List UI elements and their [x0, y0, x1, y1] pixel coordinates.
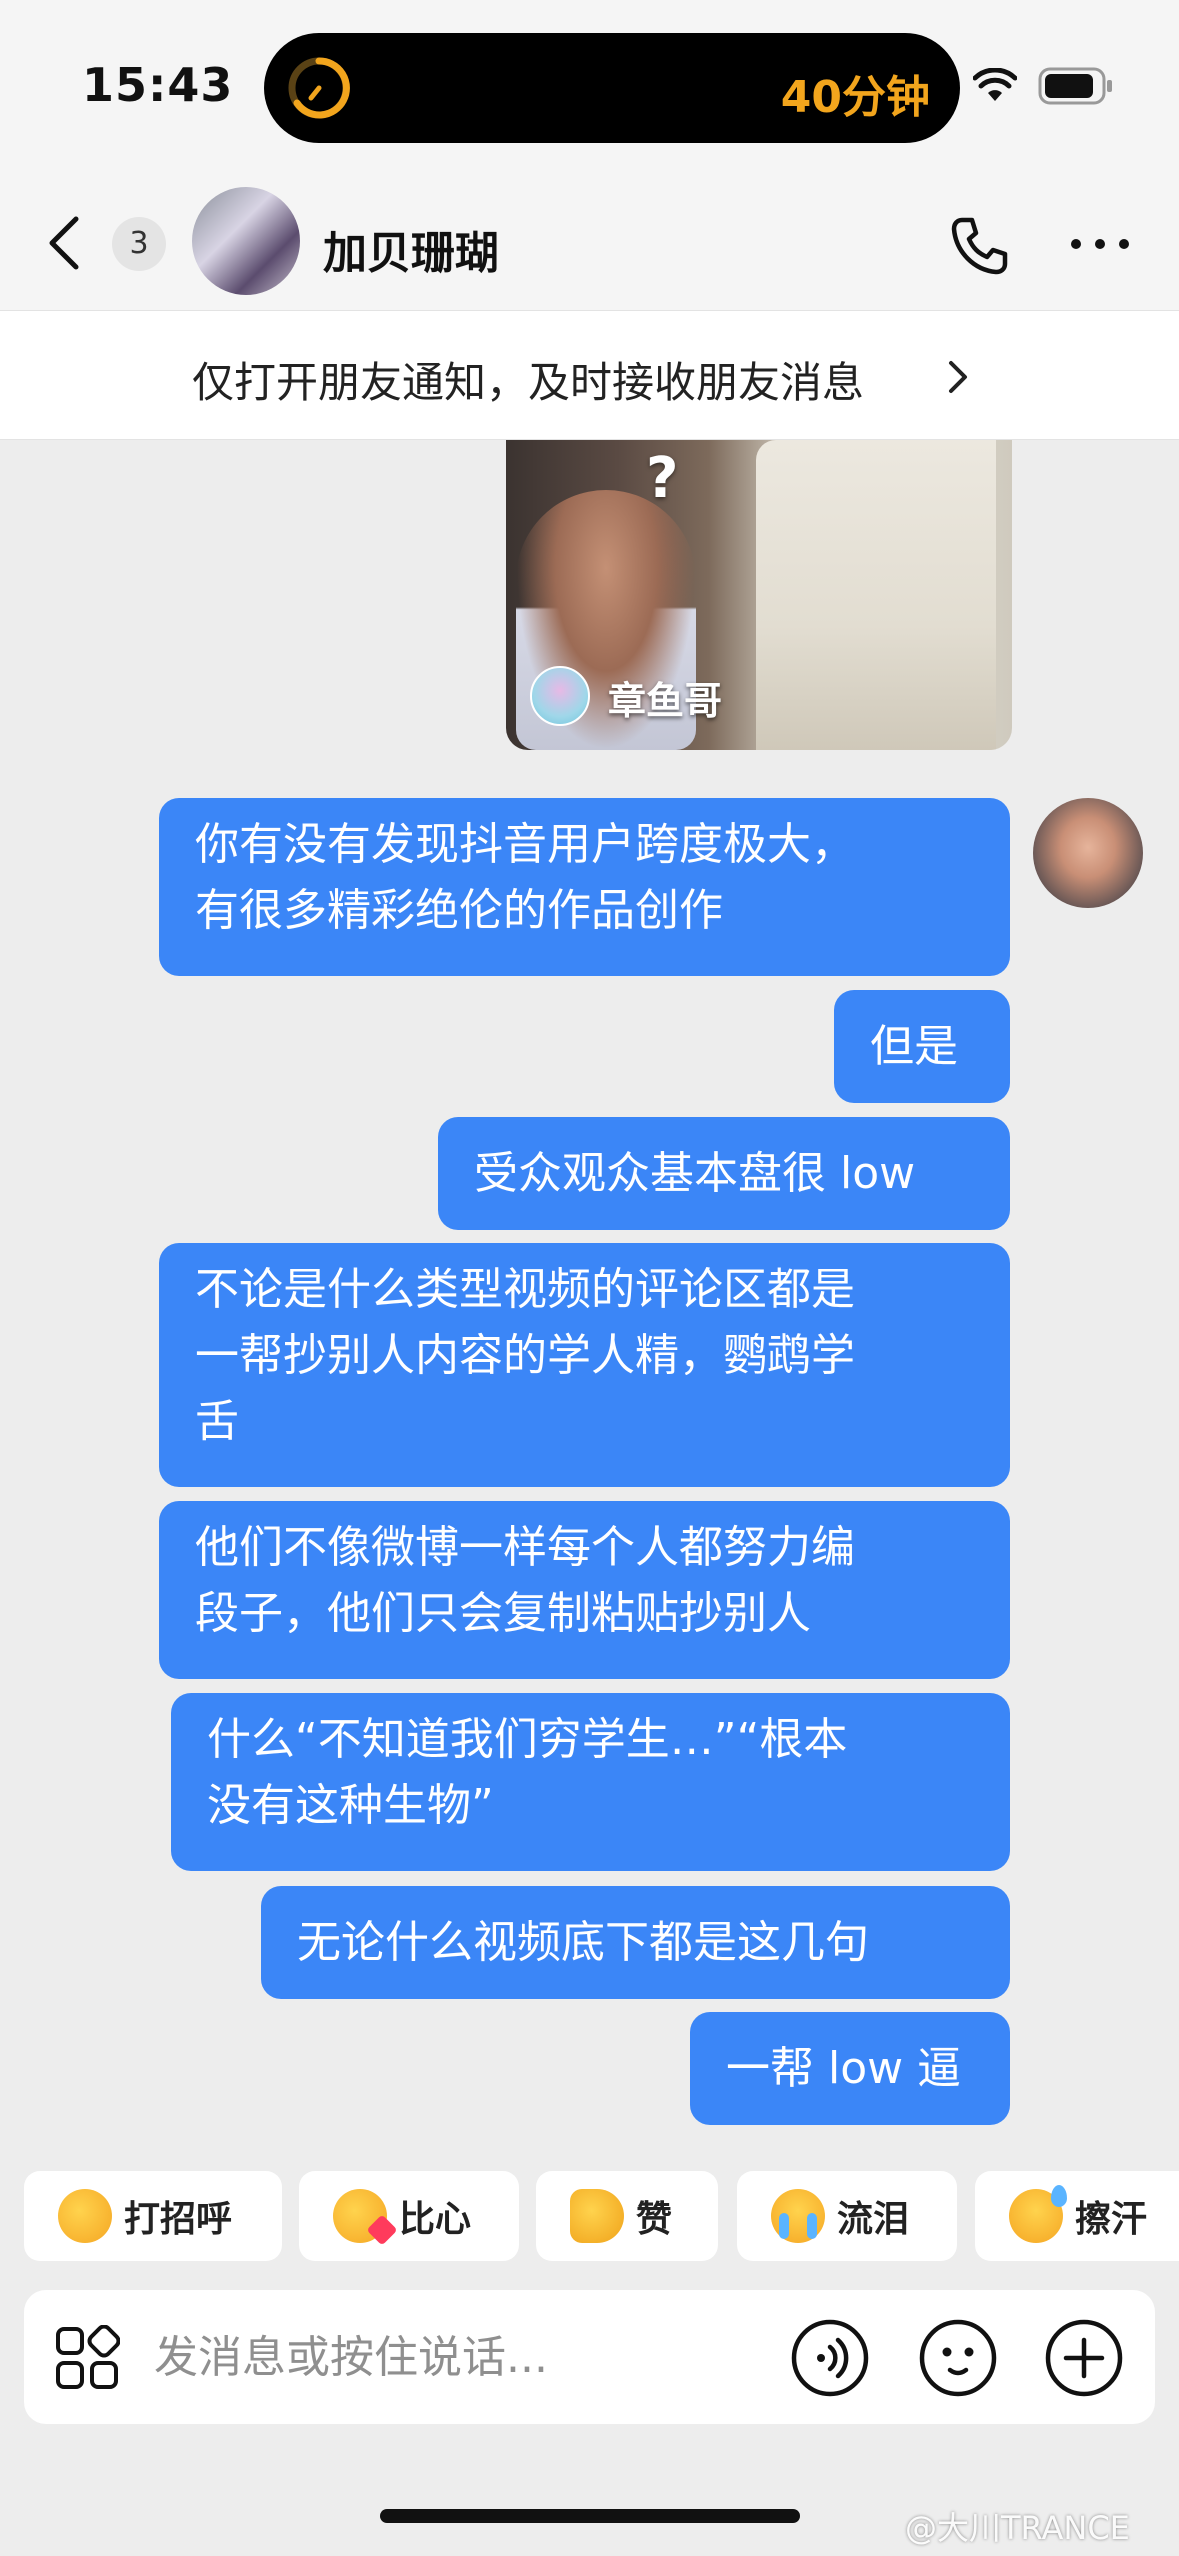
message-line: 你有没有发现抖音用户跨度极大， — [195, 819, 855, 870]
message-bubble[interactable]: 他们不像微博一样每个人都努力编 段子，他们只会复制粘贴抄别人 — [159, 1501, 1010, 1679]
message-bubble[interactable]: 无论什么视频底下都是这几句 — [261, 1886, 1010, 1999]
banner-text: 仅打开朋友通知，及时接收朋友消息 — [192, 358, 865, 407]
message-line: 什么“不知道我们穷学生…”“根本 — [207, 1714, 848, 1765]
timer-ring-icon — [288, 57, 350, 119]
notification-banner[interactable]: 仅打开朋友通知，及时接收朋友消息 — [0, 310, 1179, 440]
message-line: 一帮抄别人内容的学人精，鹦鹉学 — [195, 1330, 855, 1381]
chevron-right-icon — [949, 361, 967, 393]
quick-reply-label: 流泪 — [837, 2199, 910, 2240]
message-line: 舌 — [195, 1396, 239, 1447]
quick-reply-sweat[interactable]: 擦汗 — [975, 2171, 1179, 2261]
message-line: 段子，他们只会复制粘贴抄别人 — [195, 1588, 811, 1639]
message-line: 但是 — [870, 1020, 958, 1072]
home-indicator[interactable] — [380, 2509, 800, 2523]
phone-icon[interactable] — [948, 215, 1010, 277]
message-bubble[interactable]: 受众观众基本盘很 low — [438, 1117, 1010, 1230]
message-input-bar — [24, 2290, 1155, 2424]
video-author-name: 章鱼哥 — [608, 679, 723, 723]
message-line: 无论什么视频底下都是这几句 — [297, 1916, 869, 1968]
message-line: 不论是什么类型视频的评论区都是 — [195, 1264, 855, 1315]
wifi-icon — [973, 68, 1017, 101]
quick-reply-like[interactable]: 赞 — [536, 2171, 718, 2261]
crying-emoji-icon — [771, 2189, 825, 2243]
my-avatar[interactable] — [1033, 798, 1143, 908]
wave-emoji-icon — [58, 2189, 112, 2243]
thumbs-up-emoji-icon — [570, 2189, 624, 2243]
message-bubble[interactable]: 你有没有发现抖音用户跨度极大， 有很多精彩绝伦的作品创作 — [159, 798, 1010, 976]
message-line: 一帮 low 逼 — [726, 2042, 962, 2094]
quick-reply-crying[interactable]: 流泪 — [737, 2171, 957, 2261]
video-thumbnail-figure — [756, 440, 996, 750]
message-bubble[interactable]: 什么“不知道我们穷学生…”“根本 没有这种生物” — [171, 1693, 1010, 1871]
unread-count-badge: 3 — [112, 217, 166, 271]
emoji-icon[interactable] — [918, 2318, 998, 2398]
heart-hands-emoji-icon — [333, 2189, 398, 2246]
apps-grid-icon[interactable] — [54, 2325, 120, 2391]
quick-reply-label: 比心 — [399, 2199, 472, 2240]
quick-reply-label: 擦汗 — [1075, 2199, 1148, 2240]
message-line: 没有这种生物” — [207, 1780, 494, 1831]
shared-video-card[interactable]: ? 章鱼哥 — [506, 440, 1012, 750]
watermark: @大川TRANCE — [905, 2509, 1130, 2547]
quick-reply-wave[interactable]: 打招呼 — [24, 2171, 282, 2261]
chat-header: 3 加贝珊瑚 — [0, 175, 1179, 310]
quick-reply-heart-hands[interactable]: 比心 — [299, 2171, 519, 2261]
contact-avatar[interactable] — [192, 187, 300, 295]
add-icon[interactable] — [1044, 2318, 1124, 2398]
contact-name[interactable]: 加贝珊瑚 — [323, 217, 499, 281]
voice-icon[interactable] — [790, 2318, 870, 2398]
more-icon[interactable] — [1068, 233, 1132, 255]
status-time: 15:43 — [82, 58, 234, 112]
status-bar: 15:43 40分钟 — [0, 0, 1179, 175]
timer-remaining-text: 40分钟 — [780, 72, 930, 123]
message-bubble[interactable]: 不论是什么类型视频的评论区都是 一帮抄别人内容的学人精，鹦鹉学舌 — [159, 1243, 1010, 1487]
back-icon[interactable] — [44, 213, 84, 273]
sweat-emoji-icon — [1009, 2185, 1067, 2243]
battery-icon — [1038, 67, 1112, 105]
message-input[interactable] — [154, 2320, 774, 2394]
video-author-avatar — [530, 666, 590, 726]
message-bubble[interactable]: 但是 — [834, 990, 1010, 1103]
message-bubble[interactable]: 一帮 low 逼 — [690, 2012, 1010, 2125]
quick-reply-label: 打招呼 — [124, 2199, 233, 2240]
video-overlay-mark: ? — [646, 446, 679, 511]
message-line: 受众观众基本盘很 low — [474, 1147, 916, 1199]
quick-reply-label: 赞 — [636, 2199, 673, 2240]
dynamic-island[interactable]: 40分钟 — [264, 33, 960, 143]
message-line: 有很多精彩绝伦的作品创作 — [195, 885, 723, 936]
message-line: 他们不像微博一样每个人都努力编 — [195, 1522, 855, 1573]
